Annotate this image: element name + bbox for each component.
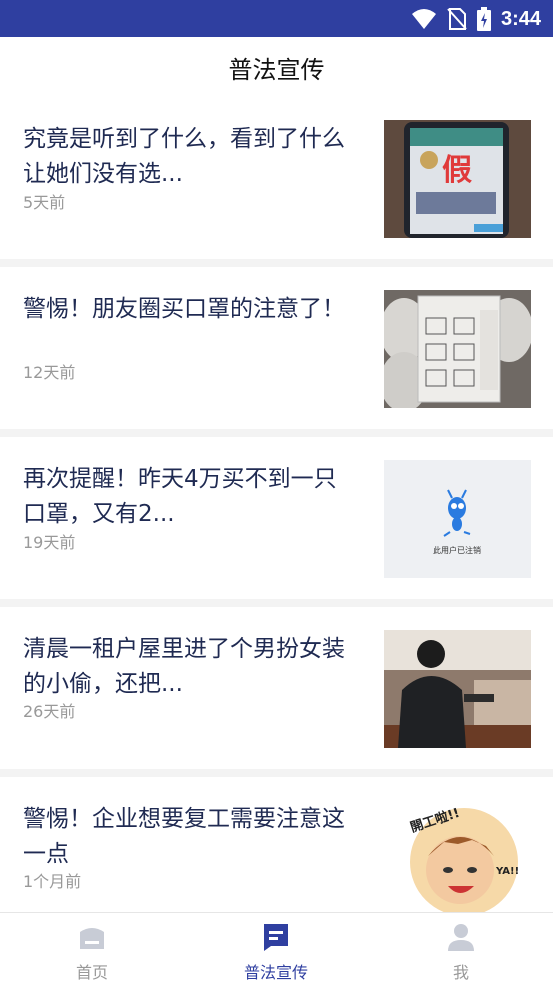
- tab-label: 我: [452, 963, 469, 982]
- person-icon: [448, 924, 474, 951]
- status-time: 3:44: [500, 7, 541, 30]
- tab-label: 首页: [75, 963, 108, 982]
- home-icon: [80, 928, 104, 949]
- thumb-deregistered-text: 此用户已注销: [433, 545, 481, 555]
- article-time: 5天前: [23, 193, 66, 212]
- list-item[interactable]: 究竟是听到了什么，看到了什么让她们没有选... 5天前 假: [0, 97, 553, 259]
- article-time: 19天前: [23, 533, 76, 552]
- tab-me[interactable]: 我: [369, 913, 553, 984]
- article-title: 再次提醒！昨天4万买不到一只口罩，又有2...: [23, 466, 337, 527]
- thumb-fake-text: 假: [442, 153, 472, 188]
- battery-charging-icon: [476, 7, 491, 31]
- article-title: 警惕！朋友圈买口罩的注意了！: [23, 296, 345, 322]
- list-item[interactable]: 警惕！企业想要复工需要注意这一点 1个月前 開工啦!! YA!!: [0, 777, 553, 913]
- thumb-cartoon-text-2: YA!!: [495, 866, 519, 877]
- status-bar: 3:44: [0, 0, 553, 37]
- tab-legal-publicity[interactable]: 普法宣传: [184, 913, 368, 984]
- article-thumbnail: 此用户已注销: [384, 460, 531, 578]
- article-thumbnail: 開工啦!! YA!!: [384, 800, 531, 913]
- article-list[interactable]: 究竟是听到了什么，看到了什么让她们没有选... 5天前 假 警惕！朋友圈买口罩的…: [0, 97, 553, 913]
- article-thumbnail: [384, 290, 531, 408]
- article-thumbnail: [384, 630, 531, 748]
- title-bar: 普法宣传: [0, 37, 553, 97]
- page-title: 普法宣传: [228, 55, 325, 84]
- article-time: 1个月前: [23, 872, 82, 891]
- article-title: 究竟是听到了什么，看到了什么让她们没有选...: [23, 126, 345, 187]
- list-item[interactable]: 再次提醒！昨天4万买不到一只口罩，又有2... 19天前 此用户已注销: [0, 437, 553, 599]
- no-sim-icon: [447, 8, 467, 30]
- bottom-tab-bar: 首页 普法宣传 我: [0, 912, 553, 984]
- list-item[interactable]: 警惕！朋友圈买口罩的注意了！ 12天前: [0, 267, 553, 429]
- article-title: 警惕！企业想要复工需要注意这一点: [23, 806, 345, 867]
- list-item[interactable]: 清晨一租户屋里进了个男扮女装的小偷，还把... 26天前: [0, 607, 553, 769]
- article-title: 清晨一租户屋里进了个男扮女装的小偷，还把...: [23, 636, 345, 697]
- tab-home[interactable]: 首页: [0, 913, 184, 984]
- article-icon: [264, 924, 288, 951]
- wifi-icon: [411, 9, 436, 29]
- tab-label: 普法宣传: [243, 963, 308, 982]
- article-time: 26天前: [23, 702, 76, 721]
- article-thumbnail: 假: [384, 120, 531, 238]
- article-time: 12天前: [23, 363, 76, 382]
